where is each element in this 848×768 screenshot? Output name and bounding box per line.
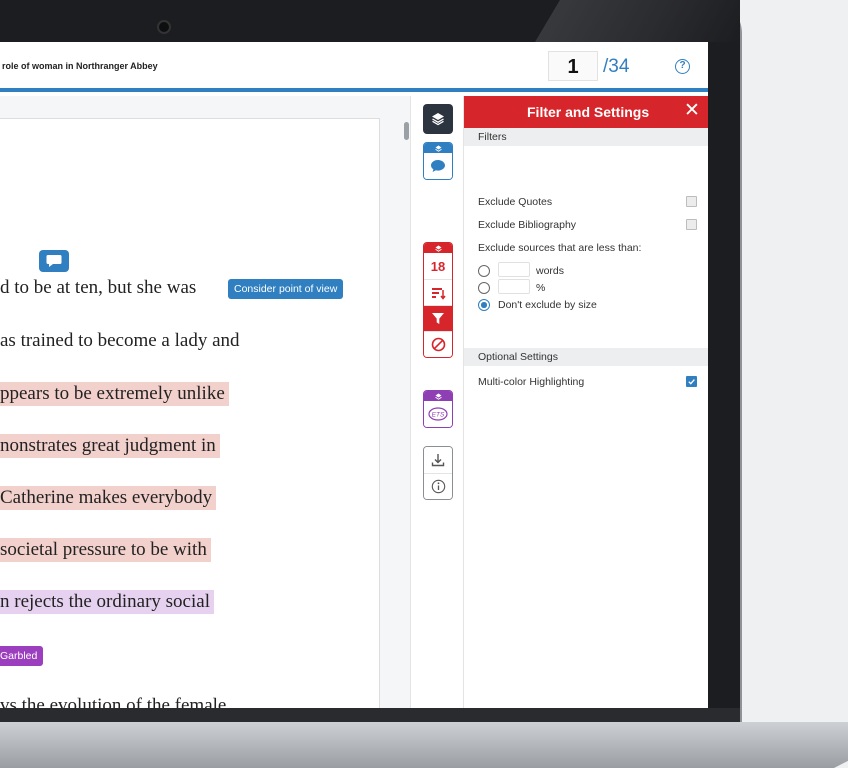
info-button[interactable] [424,473,452,499]
similarity-score: 18 [430,258,446,274]
document-viewer: d to be at ten, but she was Consider poi… [0,96,410,708]
document-page [0,118,380,708]
exclude-sources-label: Exclude sources that are less than: [478,242,642,254]
document-title: role of woman in Northranger Abbey [2,61,158,71]
total-pages: /34 [603,56,630,77]
check-icon [688,379,695,385]
exclude-bibliography-checkbox[interactable] [686,219,697,230]
app-screen: role of woman in Northranger Abbey 1 /34… [0,42,708,708]
laptop-frame: role of woman in Northranger Abbey 1 /34… [0,0,848,768]
info-icon [431,479,445,494]
download-icon [431,454,445,467]
garbled-tag[interactable]: Garbled [0,646,44,666]
sort-icon [431,287,446,300]
document-line: d to be at ten, but she was [0,277,197,298]
multicolor-highlighting-label: Multi-color Highlighting [478,376,585,388]
panel-title: Filter and Settings [527,104,650,120]
dont-exclude-label: Don't exclude by size [498,299,597,311]
highlighted-line[interactable]: n rejects the ordinary social [0,590,214,614]
bezel-shine [535,0,740,42]
webcam [157,20,171,34]
layers-icon [432,113,444,126]
percent-input[interactable] [498,279,530,294]
document-line: vs the evolution of the female [0,695,227,708]
words-count-input[interactable] [498,262,530,277]
dont-exclude-radio[interactable] [478,299,490,311]
scrollbar-thumb[interactable] [404,122,409,140]
exclude-by-words-radio[interactable] [478,265,490,277]
layers-icon [424,243,452,253]
filters-section-heading: Filters [464,128,708,146]
laptop-hinge [0,708,740,724]
exclude-quotes-label: Exclude Quotes [478,196,553,208]
sort-matches-button[interactable] [424,279,452,305]
words-label: words [536,265,565,277]
exclude-by-percent-radio[interactable] [478,282,490,294]
comment-marker-icon[interactable] [39,250,69,272]
help-icon[interactable]: ? [675,59,690,74]
comment-icon [431,160,445,172]
optional-settings-heading: Optional Settings [464,348,708,366]
exclude-icon [431,337,445,352]
layers-button[interactable] [423,104,453,134]
similarity-score-button[interactable]: 18 [424,253,452,279]
download-button[interactable] [424,447,452,473]
panel-header: Filter and Settings ✕ [464,96,708,128]
filter-icon [432,313,444,324]
utility-tool-group [423,446,453,500]
svg-text:ETS: ETS [432,412,445,419]
highlighted-line[interactable]: nonstrates great judgment in [0,434,220,458]
exclude-quotes-checkbox[interactable] [686,196,697,207]
exclude-bibliography-label: Exclude Bibliography [478,219,577,231]
comments-tool-group [423,142,453,180]
layers-icon [424,143,452,153]
ets-button[interactable]: ETS [424,401,452,427]
consider-point-of-view-tag[interactable]: Consider point of view [228,279,344,299]
ets-tool-group: ETS [423,390,453,428]
current-page-input[interactable]: 1 [548,51,598,81]
percent-label: % [536,282,546,294]
close-icon[interactable]: ✕ [684,101,700,120]
layers-icon [424,391,452,401]
filter-settings-panel: Filter and Settings ✕ Filters Exclude Qu… [464,96,708,708]
top-bar: role of woman in Northranger Abbey 1 /34… [0,42,708,92]
tool-rail: 18 ETS [410,96,464,708]
highlighted-line[interactable]: ppears to be extremely unlike [0,382,229,406]
highlighted-line[interactable]: Catherine makes everybody [0,486,217,510]
highlighted-line[interactable]: societal pressure to be with [0,538,211,562]
laptop-base [0,722,848,768]
comments-button[interactable] [424,153,452,179]
exclusions-button[interactable] [424,331,452,357]
similarity-tool-group: 18 [423,242,453,358]
multicolor-highlighting-checkbox[interactable] [686,376,697,387]
document-line: as trained to become a lady and [0,330,240,351]
filter-button[interactable] [424,305,452,331]
ets-icon: ETS [428,407,448,421]
